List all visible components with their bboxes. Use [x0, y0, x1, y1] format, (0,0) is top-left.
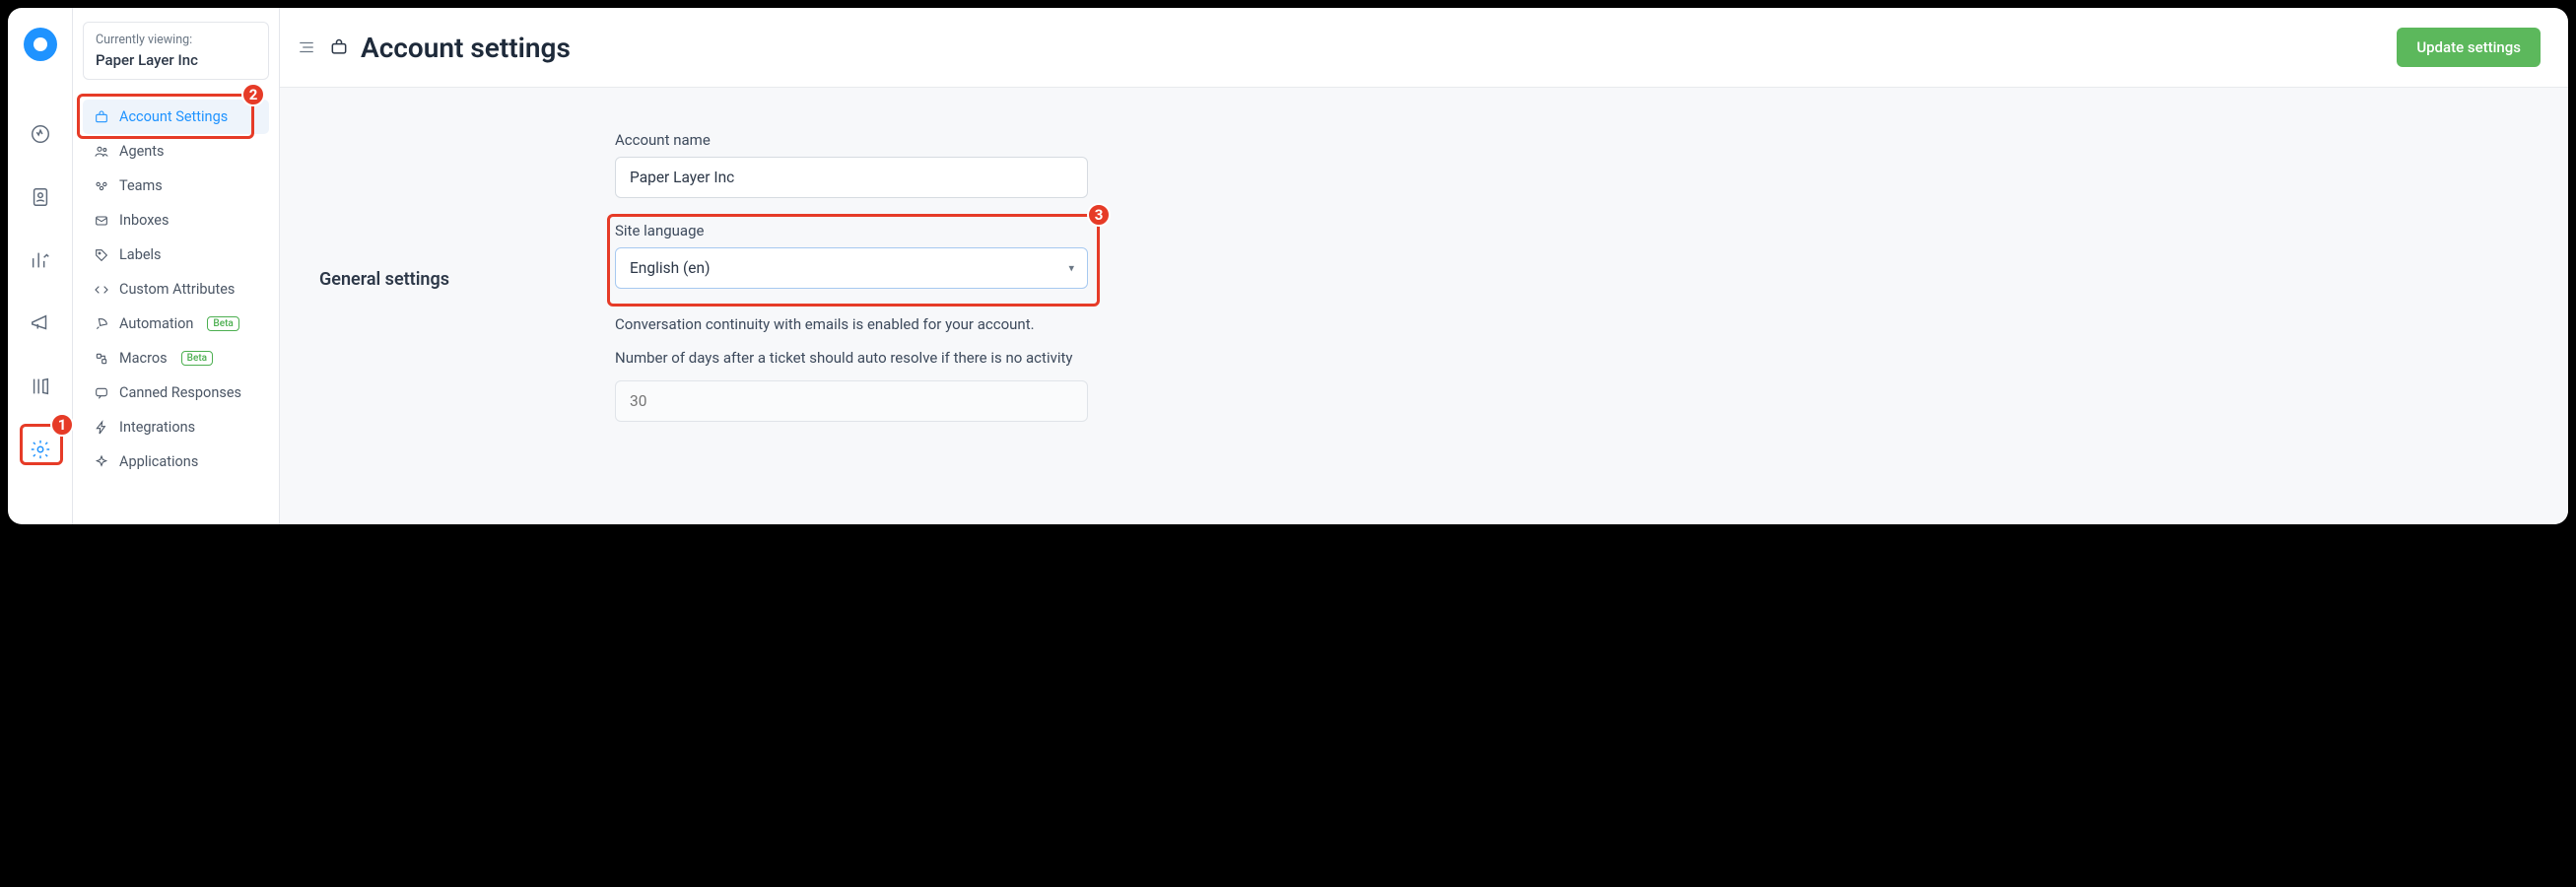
nav-item-agents[interactable]: Agents: [83, 134, 269, 169]
nav-item-label: Agents: [119, 143, 165, 160]
callout-3-badge: 3: [1087, 203, 1111, 227]
nav-item-label: Macros: [119, 350, 168, 367]
contacts-icon[interactable]: [21, 177, 60, 217]
main-body: General settings Account name Site langu…: [280, 88, 2568, 524]
nav-item-teams[interactable]: Teams: [83, 169, 269, 203]
account-name-group: Account name: [615, 131, 1088, 198]
section-general-label: General settings: [319, 131, 615, 481]
nav-item-label: Applications: [119, 453, 198, 470]
rocket-icon: [93, 315, 109, 332]
nav-item-label: Custom Attributes: [119, 281, 235, 298]
nav-item-account-settings[interactable]: Account Settings: [83, 100, 269, 134]
nav-item-label: Account Settings: [119, 108, 228, 125]
briefcase-icon: [327, 35, 351, 59]
conversations-icon[interactable]: [21, 114, 60, 154]
nav-item-label: Integrations: [119, 419, 195, 436]
teams-icon: [93, 177, 109, 194]
settings-sidebar: Currently viewing: Paper Layer Inc Accou…: [73, 8, 280, 524]
nav-item-label: Automation: [119, 315, 193, 332]
nav-item-inboxes[interactable]: Inboxes: [83, 203, 269, 238]
app-logo[interactable]: [24, 28, 57, 61]
nav-item-label: Teams: [119, 177, 163, 194]
general-settings-form: Account name Site language English (en) …: [615, 131, 1088, 481]
sparkle-icon: [93, 453, 109, 470]
nav-item-integrations[interactable]: Integrations: [83, 410, 269, 444]
inbox-icon: [93, 212, 109, 229]
main-header: Account settings Update settings: [280, 8, 2568, 88]
currently-viewing-card[interactable]: Currently viewing: Paper Layer Inc: [83, 22, 269, 80]
currently-viewing-value: Paper Layer Inc: [96, 51, 256, 69]
campaigns-icon[interactable]: [21, 304, 60, 343]
beta-badge: Beta: [181, 351, 213, 366]
site-language-group: Site language English (en) 3: [615, 222, 1088, 289]
continuity-hint: Conversation continuity with emails is e…: [615, 312, 1088, 338]
bolt-icon: [93, 419, 109, 436]
beta-badge: Beta: [207, 316, 238, 331]
primary-nav-rail: 1: [8, 8, 73, 524]
chat-icon: [93, 384, 109, 401]
nav-item-label: Labels: [119, 246, 162, 263]
app-frame: 1 Currently viewing: Paper Layer Inc Acc…: [8, 8, 2568, 524]
main-panel: Account settings Update settings General…: [280, 8, 2568, 524]
macro-icon: [93, 350, 109, 367]
nav-item-custom-attributes[interactable]: Custom Attributes: [83, 272, 269, 307]
site-language-label: Site language: [615, 222, 1088, 239]
tag-icon: [93, 246, 109, 263]
site-language-select[interactable]: English (en): [615, 247, 1088, 289]
settings-nav-list: Account Settings Agents Teams Inboxes La…: [83, 100, 269, 479]
nav-item-automation[interactable]: Automation Beta: [83, 307, 269, 341]
nav-item-applications[interactable]: Applications: [83, 444, 269, 479]
nav-item-labels[interactable]: Labels: [83, 238, 269, 272]
update-settings-button[interactable]: Update settings: [2397, 28, 2541, 67]
agents-icon: [93, 143, 109, 160]
auto-resolve-hint: Number of days after a ticket should aut…: [615, 346, 1088, 372]
help-center-icon[interactable]: [21, 367, 60, 406]
auto-resolve-days-input[interactable]: [615, 380, 1088, 422]
page-title: Account settings: [361, 32, 571, 64]
nav-item-label: Canned Responses: [119, 384, 241, 401]
reports-icon[interactable]: [21, 240, 60, 280]
toggle-sidebar-button[interactable]: [296, 36, 317, 58]
settings-icon[interactable]: [21, 430, 60, 469]
nav-item-canned-responses[interactable]: Canned Responses: [83, 375, 269, 410]
currently-viewing-label: Currently viewing:: [96, 33, 256, 47]
account-name-input[interactable]: [615, 157, 1088, 198]
nav-item-label: Inboxes: [119, 212, 169, 229]
account-name-label: Account name: [615, 131, 1088, 149]
nav-item-macros[interactable]: Macros Beta: [83, 341, 269, 375]
briefcase-icon: [93, 108, 109, 125]
code-icon: [93, 281, 109, 298]
